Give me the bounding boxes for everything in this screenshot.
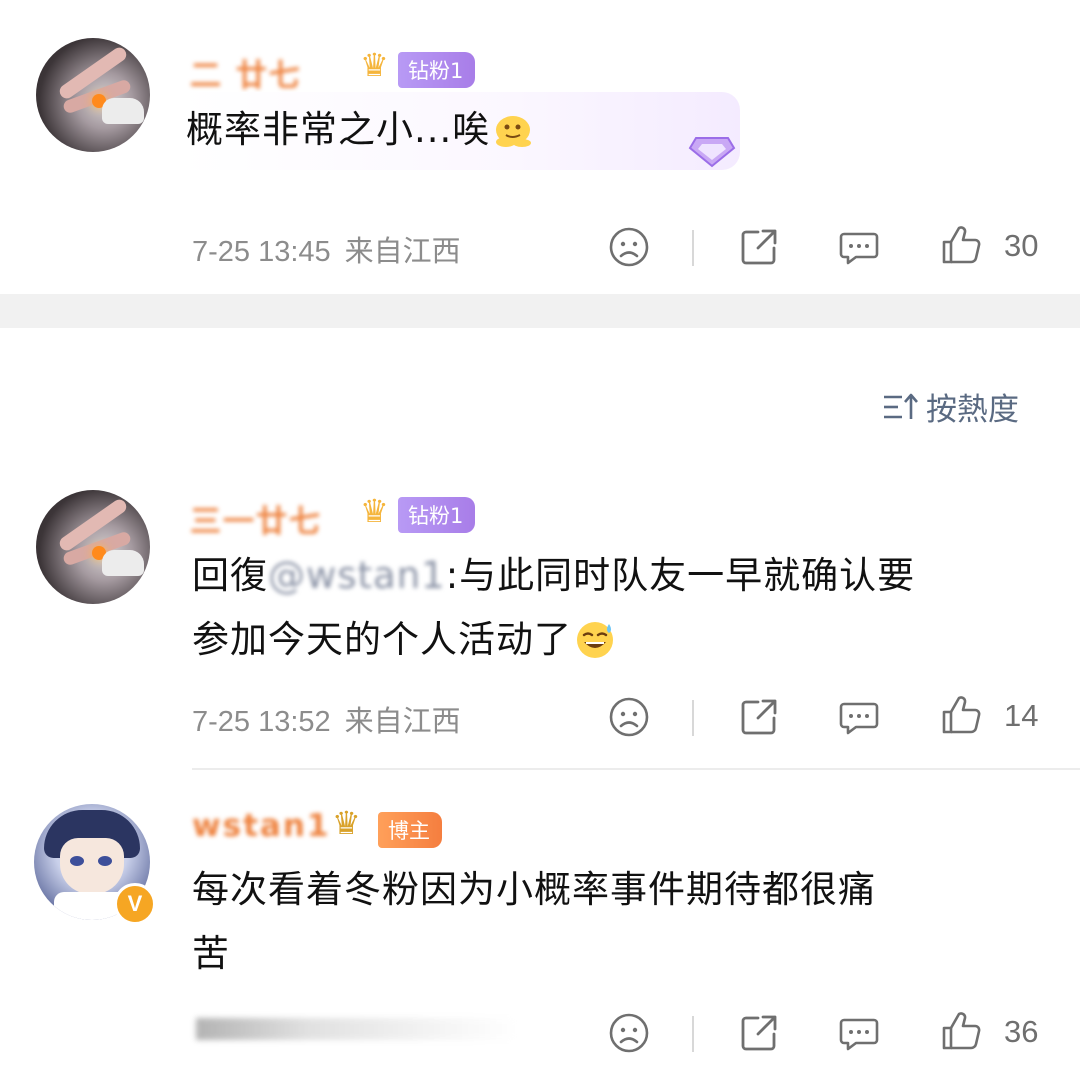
divider <box>692 700 694 736</box>
section-separator <box>0 294 1080 328</box>
comment-text: 概率非常之小...唉 <box>186 98 534 162</box>
avatar[interactable] <box>36 490 150 604</box>
blogger-badge[interactable]: 博主 <box>378 812 442 848</box>
crown-icon: ♛ <box>332 804 361 842</box>
thumbs-up-icon[interactable] <box>940 224 982 266</box>
sad-face-icon[interactable] <box>608 1012 650 1054</box>
sort-icon <box>884 393 918 419</box>
sweat-smile-emoji-icon <box>577 622 613 658</box>
reply-divider <box>192 768 1080 770</box>
comment-meta <box>196 1018 516 1040</box>
sad-face-icon[interactable] <box>608 696 650 738</box>
melting-face-emoji-icon <box>496 116 532 147</box>
fan-badge[interactable]: 钻粉1 <box>398 497 476 533</box>
divider <box>692 1016 694 1052</box>
comment-meta: 7-25 13:45 来自江西 <box>192 234 461 268</box>
sort-label: 按熱度 <box>926 392 1019 428</box>
fan-badge[interactable]: 钻粉1 <box>398 52 476 88</box>
sort-button[interactable]: 按熱度 <box>882 384 1019 429</box>
comment-bubble-icon[interactable] <box>838 696 880 738</box>
share-icon[interactable] <box>738 696 780 738</box>
share-icon[interactable] <box>738 1012 780 1054</box>
mentioned-user-link[interactable]: @wstan1 <box>268 544 446 608</box>
comment-meta: 7-25 13:52 来自江西 <box>192 704 461 738</box>
username[interactable]: wstan1 <box>192 808 330 844</box>
username[interactable]: 三一廿七 <box>190 496 322 541</box>
share-icon[interactable] <box>738 226 780 268</box>
like-count: 30 <box>1004 228 1039 263</box>
username[interactable]: 二 廿七 <box>190 50 302 95</box>
thumbs-up-icon[interactable] <box>940 1010 982 1052</box>
comment-bubble-icon[interactable] <box>838 1012 880 1054</box>
crown-icon: ♛ <box>360 46 389 84</box>
sad-face-icon[interactable] <box>608 226 650 268</box>
comment-bubble-icon[interactable] <box>838 226 880 268</box>
comment-text: 每次看着冬粉因为小概率事件期待都很痛 苦 <box>192 868 876 975</box>
divider <box>692 230 694 266</box>
verified-badge-icon: V <box>114 883 156 925</box>
like-count: 36 <box>1004 1014 1039 1049</box>
crown-icon: ♛ <box>360 492 389 530</box>
gem-icon <box>688 137 736 168</box>
like-count: 14 <box>1004 698 1039 733</box>
thumbs-up-icon[interactable] <box>940 694 982 736</box>
avatar[interactable] <box>36 38 150 152</box>
reply-text: 回復@wstan1:与此同时队友一早就确认要 参加今天的个人活动了 <box>192 544 915 672</box>
